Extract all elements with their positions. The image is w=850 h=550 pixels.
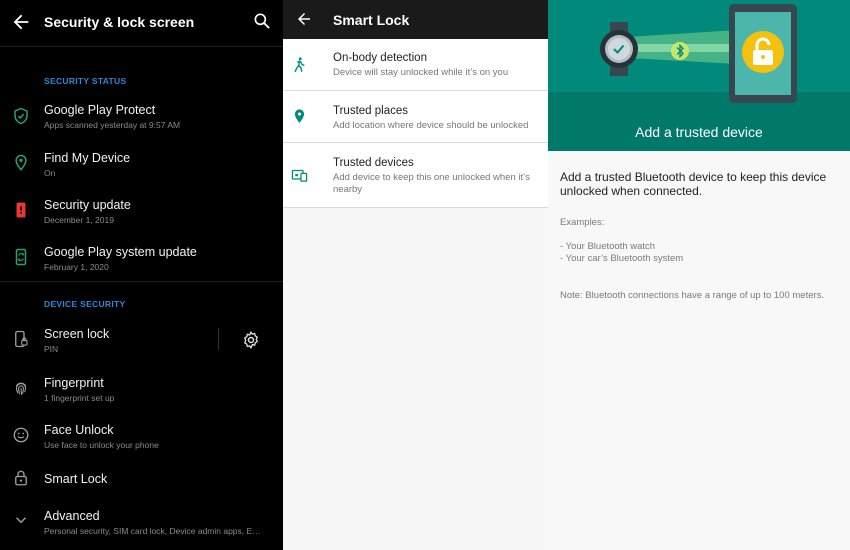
walking-person-icon	[294, 57, 305, 72]
item-summary: 1 fingerprint set up	[44, 393, 115, 403]
list-item-trusted-places[interactable]: Trusted places Add location where device…	[283, 91, 548, 143]
item-label: Google Play system update	[44, 245, 197, 259]
back-arrow-icon[interactable]	[10, 11, 32, 33]
list-item-trusted-devices[interactable]: Trusted devices Add device to keep this …	[283, 143, 548, 208]
item-label: Advanced	[44, 509, 100, 523]
divider	[218, 328, 219, 350]
item-summary: December 1, 2019	[44, 215, 114, 225]
item-summary: Add device to keep this one unlocked whe…	[333, 172, 530, 195]
phone-lock-icon	[15, 330, 28, 348]
settings-item-smart-lock[interactable]: Smart Lock	[0, 465, 283, 509]
item-label: Find My Device	[44, 151, 131, 165]
item-summary: On	[44, 168, 56, 178]
item-label: Fingerprint	[44, 376, 104, 390]
hero-illustration: Add a trusted device	[548, 0, 850, 151]
item-summary: Use face to unlock your phone	[44, 440, 159, 450]
devices-icon	[291, 169, 308, 182]
page-title: Smart Lock	[333, 12, 410, 28]
shield-check-icon	[14, 107, 28, 125]
settings-item-screen-lock[interactable]: Screen lock PIN	[0, 327, 215, 371]
security-lock-screen-panel: Security & lock screen SECURITY STATUS G…	[0, 0, 283, 550]
example-item: - Your Bluetooth watch	[560, 241, 656, 252]
item-summary: PIN	[44, 344, 59, 354]
section-header-security-status: SECURITY STATUS	[44, 76, 127, 86]
item-summary: Device will stay unlocked while it’s on …	[333, 67, 509, 78]
divider	[0, 46, 283, 47]
item-summary: Apps scanned yesterday at 9:57 AM	[44, 120, 181, 130]
item-summary: Add location where device should be unlo…	[333, 120, 529, 131]
phone-sync-icon	[15, 248, 27, 266]
settings-item-play-system-update[interactable]: Google Play system update February 1, 20…	[0, 245, 283, 289]
examples-heading: Examples:	[560, 217, 605, 228]
section-header-device-security: DEVICE SECURITY	[44, 299, 126, 309]
gear-icon[interactable]	[241, 330, 261, 350]
smart-lock-options-list: On-body detection Device will stay unloc…	[283, 39, 548, 208]
description-text: Add a trusted Bluetooth device to keep t…	[560, 170, 827, 198]
top-app-bar: Security & lock screen	[0, 0, 283, 46]
item-label: On-body detection	[333, 52, 427, 64]
chevron-down-icon	[15, 517, 27, 524]
top-app-bar: Smart Lock	[283, 0, 548, 39]
settings-item-face-unlock[interactable]: Face Unlock Use face to unlock your phon…	[0, 423, 283, 467]
settings-item-advanced[interactable]: Advanced Personal security, SIM card loc…	[0, 509, 283, 550]
item-label: Smart Lock	[44, 472, 108, 486]
smart-lock-panel: Smart Lock On-body detection Device will…	[283, 0, 548, 550]
item-summary: Personal security, SIM card lock, Device…	[44, 526, 261, 536]
location-pin-icon	[15, 154, 27, 171]
add-trusted-device-panel: Add a trusted device Add a trusted Bluet…	[548, 0, 850, 550]
item-summary: February 1, 2020	[44, 262, 109, 272]
settings-item-fingerprint[interactable]: Fingerprint 1 fingerprint set up	[0, 376, 283, 420]
item-label: Google Play Protect	[44, 103, 156, 117]
back-arrow-icon[interactable]	[295, 10, 313, 28]
settings-item-find-my-device[interactable]: Find My Device On	[0, 151, 283, 195]
settings-item-security-update[interactable]: Security update December 1, 2019	[0, 198, 283, 242]
example-item: - Your car’s Bluetooth system	[560, 253, 684, 264]
location-pin-icon	[294, 109, 305, 123]
item-label: Screen lock	[44, 327, 110, 341]
phone-alert-icon	[16, 202, 26, 218]
search-icon[interactable]	[252, 11, 272, 31]
hero-title: Add a trusted device	[635, 124, 763, 140]
padlock-icon	[15, 470, 27, 486]
face-icon	[13, 427, 29, 443]
item-label: Security update	[44, 198, 131, 212]
divider	[0, 281, 283, 282]
item-label: Trusted places	[333, 105, 408, 117]
item-label: Trusted devices	[333, 157, 414, 169]
settings-item-google-play-protect[interactable]: Google Play Protect Apps scanned yesterd…	[0, 103, 283, 147]
item-label: Face Unlock	[44, 423, 114, 437]
page-title: Security & lock screen	[44, 14, 195, 30]
range-note: Note: Bluetooth connections have a range…	[560, 290, 825, 301]
fingerprint-icon	[15, 382, 27, 395]
list-item-on-body-detection[interactable]: On-body detection Device will stay unloc…	[283, 39, 548, 91]
